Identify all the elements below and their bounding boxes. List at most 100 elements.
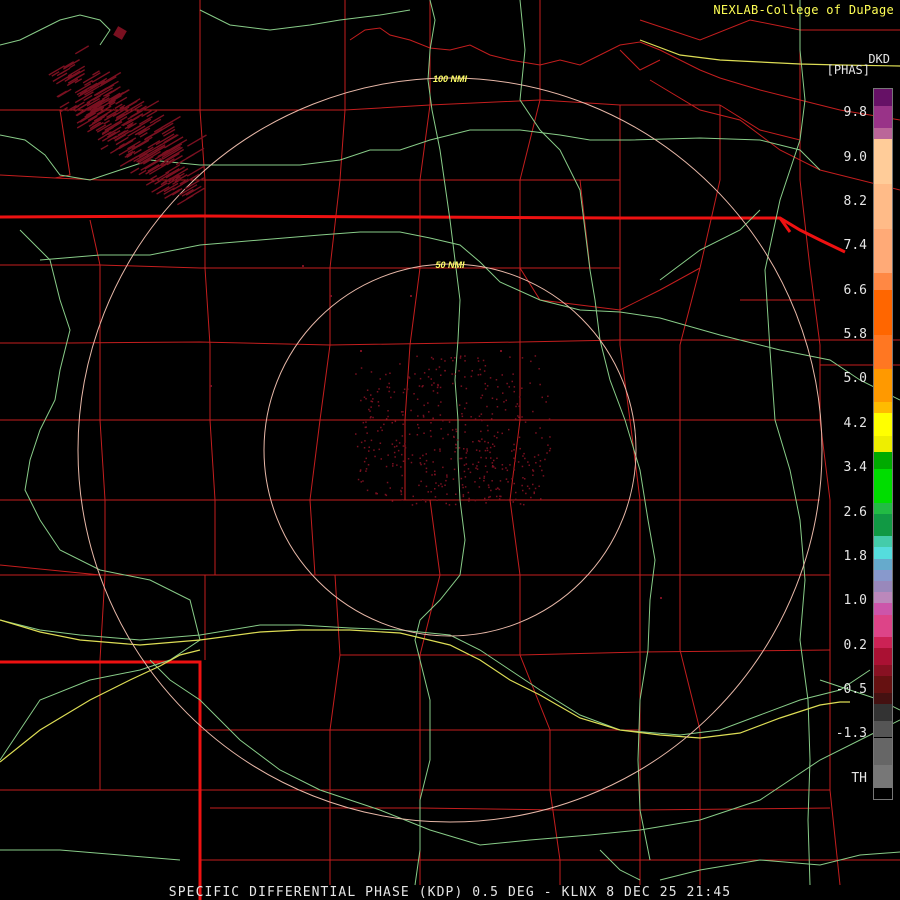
echo-pixel [396,445,398,447]
echo-pixel [396,464,398,466]
echo-pixel [460,385,463,387]
echo-pixel [485,502,487,504]
echo-pixel [528,464,530,466]
echo-streak [60,67,71,75]
range-ring-50-label: 50 NMI [435,260,465,270]
echo-pixel [393,451,396,454]
echo-pixel [430,491,432,493]
color-scale-label: TH [851,771,867,786]
echo-pixel [506,469,509,472]
echo-pixel [519,503,522,505]
echo-pixel [433,382,435,384]
echo-pixel [535,462,537,464]
echo-pixel [501,464,504,466]
echo-pixel [505,478,508,480]
echo-streak [124,150,136,158]
echo-pixel [494,467,497,469]
echo-pixel [464,476,467,478]
echo-pixel [400,489,402,492]
echo-pixel [465,452,468,454]
echo-pixel [439,386,442,389]
echo-pixel [411,454,414,456]
echo-pixel [515,405,517,408]
echo-streak [177,194,194,206]
echo-pixel [474,481,476,483]
echo-pixel [436,499,438,501]
echo-pixel [406,388,409,390]
echo-pixel [522,489,524,492]
color-scale-label: 7.4 [843,238,867,253]
echo-pixel [505,399,507,402]
echo-streak [160,115,181,129]
echo-pixel [513,457,515,459]
echo-pixel [512,501,514,503]
echo-pixel [423,463,426,465]
echo-streak [97,135,105,141]
echo-pixel [483,477,485,479]
echo-pixel [377,401,380,403]
echo-pixel [453,435,455,438]
echo-pixel [522,455,524,457]
credit-label: NEXLAB-College of DuPage [713,3,894,17]
echo-pixel [444,484,446,486]
echo-pixel [483,370,486,372]
echo-pixel [432,390,435,392]
echo-pixel [465,402,468,404]
radar-display: 100 NMI 50 NMI NEXLAB-College of DuPage … [0,0,900,900]
echo-pixel [476,468,479,470]
color-scale-band [874,558,892,570]
echo-pixel [535,432,537,434]
echo-pixel [386,386,388,388]
echo-pixel [379,442,382,444]
color-scale-band [874,413,892,436]
echo-pixel [511,450,513,452]
echo-pixel [514,418,517,420]
echo-pixel [484,388,487,390]
echo-pixel [448,504,451,506]
echo-pixel [366,389,369,391]
echo-pixel [410,295,412,297]
echo-pixel [437,404,440,407]
echo-pixel [486,385,489,387]
echo-pixel [479,368,481,371]
echo-pixel [448,421,451,423]
echo-pixel [480,419,482,421]
echo-pixel [476,465,478,467]
echo-pixel [452,478,455,480]
echo-pixel [416,434,419,436]
echo-pixel [540,498,542,500]
echo-pixel [370,439,373,442]
echo-streak [185,147,205,160]
echo-pixel [486,449,489,452]
echo-pixel [480,430,482,433]
echo-pixel [442,466,444,469]
color-scale-band [874,184,892,229]
echo-pixel [499,480,502,482]
echo-pixel [360,367,363,369]
echo-pixel [501,468,504,470]
echo-pixel [493,435,496,437]
echo-pixel [439,448,441,450]
echo-pixel [463,464,466,466]
river-lines [349,27,900,191]
echo-pixel [454,357,456,359]
color-scale-bar [873,88,893,800]
echo-streak [100,71,122,85]
echo-pixel [210,385,212,387]
units-label: [PHAS] [826,63,870,77]
echo-pixel [541,469,543,472]
echo-pixel [539,383,541,386]
echo-pixel [471,370,473,372]
color-scale-band [874,89,892,106]
echo-pixel [461,415,464,418]
echo-pixel [477,440,480,442]
echo-pixel [453,468,456,471]
echo-pixel [392,463,394,465]
echo-pixel [430,422,432,424]
echo-pixel [375,492,377,495]
echo-pixel [401,474,403,477]
color-scale-band [874,139,892,185]
echo-pixel [391,443,394,445]
echo-pixel [422,454,424,457]
color-scale-label: 1.8 [843,549,867,564]
